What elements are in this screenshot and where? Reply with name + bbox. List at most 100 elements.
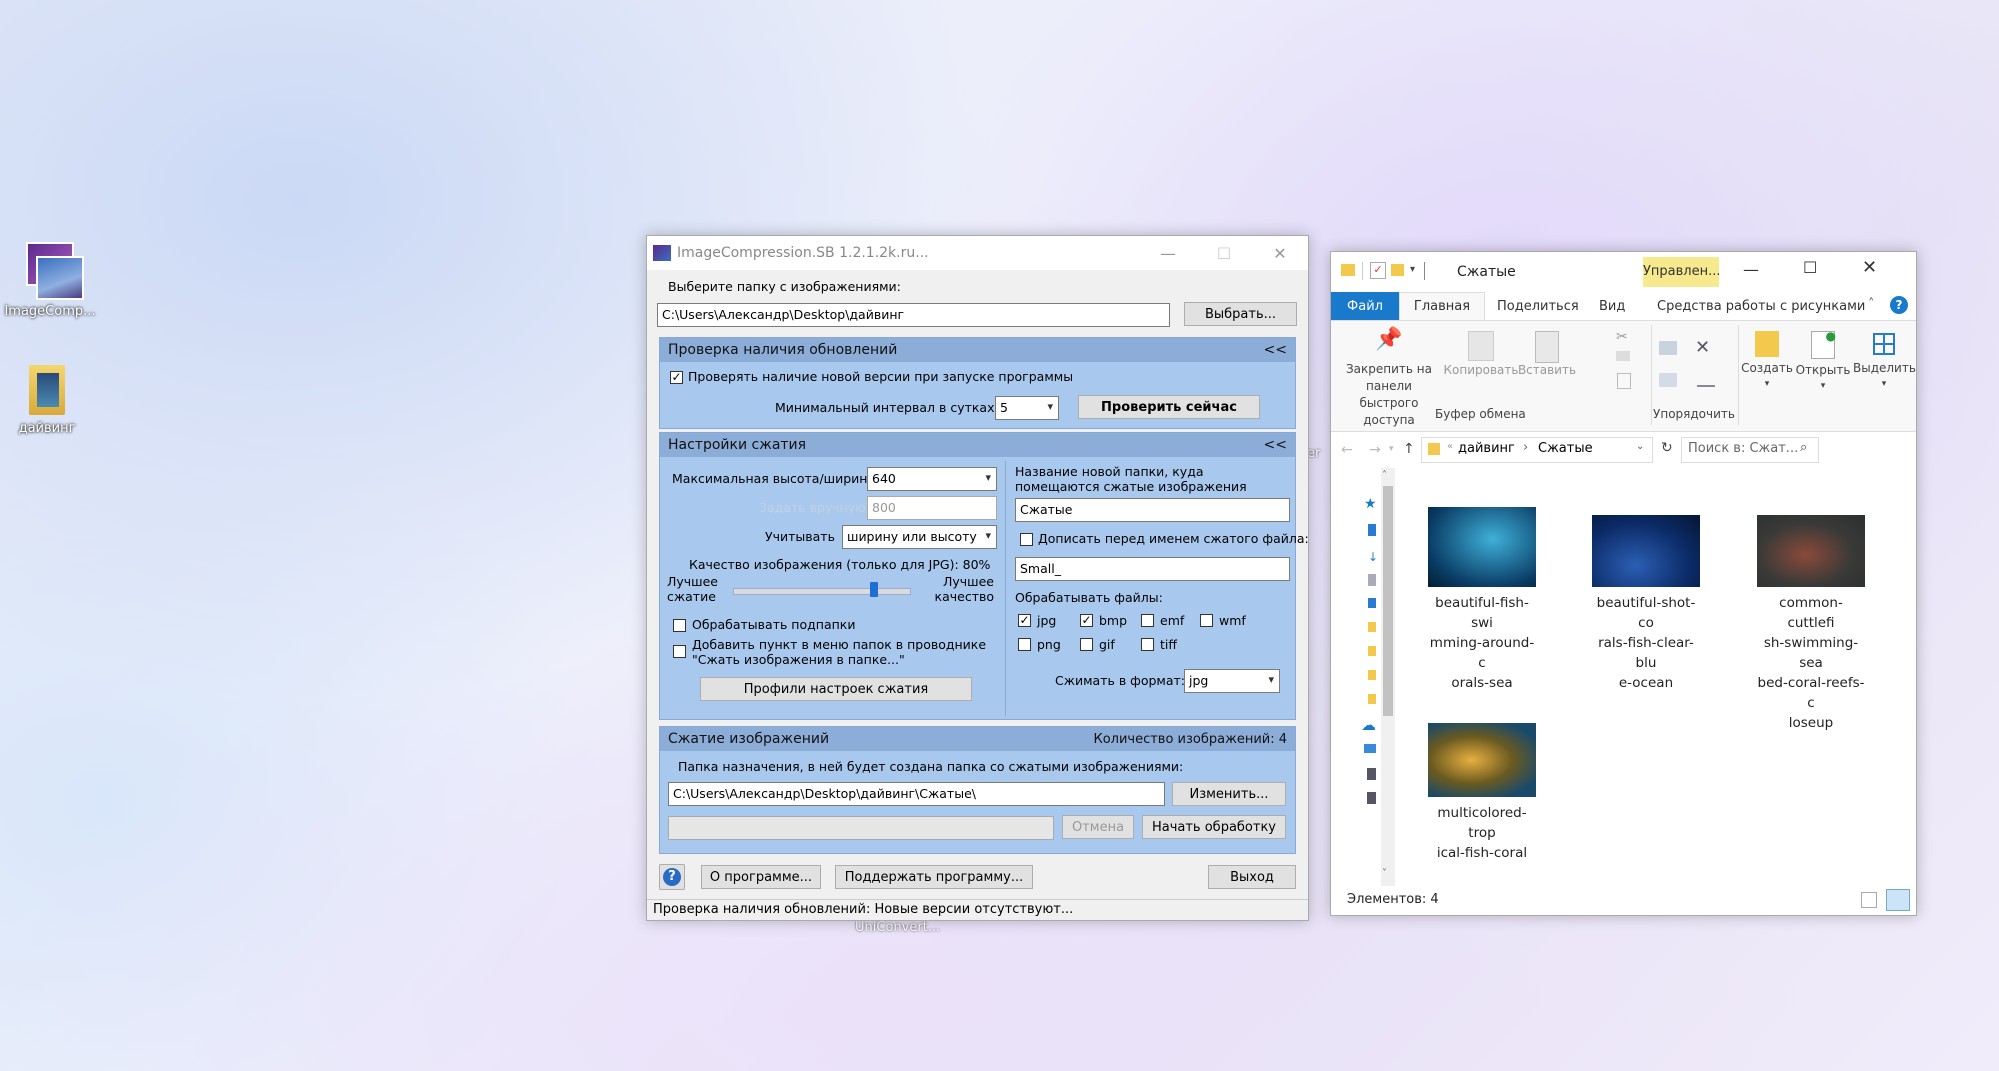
gif-checkbox[interactable]: [1080, 638, 1093, 651]
file-item[interactable]: common-cuttlefi sh-swimming-sea bed-cora…: [1756, 507, 1866, 733]
help-icon[interactable]: ?: [1890, 296, 1908, 314]
desktop-icon-diving-folder[interactable]: дайвинг: [0, 365, 97, 436]
manage-tab[interactable]: Управлен...: [1643, 257, 1721, 287]
manual-size-input[interactable]: 800: [867, 496, 997, 520]
context-menu-checkbox[interactable]: [673, 645, 686, 658]
tiff-checkbox[interactable]: [1141, 638, 1154, 651]
up-icon[interactable]: ↑: [1403, 441, 1415, 457]
close-button[interactable]: ✕: [1862, 257, 1877, 278]
emf-checkbox[interactable]: [1141, 614, 1154, 627]
wmf-checkbox[interactable]: [1200, 614, 1213, 627]
breadcrumb-item[interactable]: дайвинг: [1458, 441, 1515, 456]
prefix-input[interactable]: Small_: [1015, 557, 1290, 581]
chevron-down-icon[interactable]: ⌄: [1636, 441, 1644, 452]
pin-quick-access-button[interactable]: 📌 Закрепить на панели быстрого доступа: [1337, 329, 1441, 429]
quality-slider-thumb[interactable]: [869, 582, 878, 597]
tab-share[interactable]: Поделиться: [1497, 292, 1579, 320]
destination-input[interactable]: C:\Users\Александр\Desktop\дайвинг\Сжаты…: [668, 782, 1165, 806]
start-button[interactable]: Начать обработку: [1142, 815, 1286, 839]
browse-button[interactable]: Выбрать...: [1184, 302, 1297, 326]
check-updates-checkbox[interactable]: ✓: [670, 371, 683, 384]
rename-icon[interactable]: [1697, 373, 1715, 387]
drive-icon[interactable]: [1367, 768, 1376, 780]
navigation-pane[interactable]: ★ ↓ ☁ ˄ ˅: [1331, 468, 1395, 886]
folder-nav-icon[interactable]: [1368, 694, 1376, 704]
help-button[interactable]: ?: [659, 864, 685, 890]
large-icons-view-icon[interactable]: [1886, 889, 1910, 911]
consider-select[interactable]: ширину или высоту ▾: [842, 525, 997, 549]
maximize-button[interactable]: ☐: [1196, 236, 1252, 270]
check-now-button[interactable]: Проверить сейчас: [1078, 395, 1260, 419]
minimize-button[interactable]: —: [1140, 236, 1196, 270]
properties-icon[interactable]: ✓: [1370, 262, 1386, 279]
qat-dropdown-icon[interactable]: ▾: [1410, 264, 1415, 275]
bmp-checkbox[interactable]: ✓: [1080, 614, 1093, 627]
move-to-icon[interactable]: [1659, 341, 1677, 355]
file-item[interactable]: beautiful-fish-swi mming-around-c orals-…: [1427, 507, 1537, 693]
folder-nav-icon[interactable]: [1368, 670, 1376, 680]
change-button[interactable]: Изменить...: [1172, 782, 1286, 806]
quality-slider-track[interactable]: [733, 588, 911, 595]
refresh-icon[interactable]: ↻: [1661, 440, 1673, 456]
back-icon[interactable]: ←: [1341, 442, 1353, 458]
close-button[interactable]: ✕: [1252, 236, 1308, 270]
scrollbar-thumb[interactable]: [1383, 486, 1393, 716]
subfolders-checkbox[interactable]: [673, 619, 686, 632]
nav-scrollbar[interactable]: ˄ ˅: [1381, 468, 1395, 886]
jpg-checkbox[interactable]: ✓: [1018, 614, 1031, 627]
copy-to-icon[interactable]: [1659, 373, 1677, 387]
paste-shortcut-icon[interactable]: [1617, 373, 1631, 389]
interval-select[interactable]: 5 ▾: [995, 396, 1059, 420]
delete-icon[interactable]: ✕: [1695, 337, 1710, 358]
file-item[interactable]: beautiful-shot-co rals-fish-clear-blu e-…: [1591, 507, 1701, 693]
format-select[interactable]: jpg ▾: [1184, 669, 1280, 693]
tab-view[interactable]: Вид: [1599, 292, 1625, 320]
recent-dropdown-icon[interactable]: ▾: [1389, 444, 1394, 454]
png-checkbox[interactable]: [1018, 638, 1031, 651]
paste-button[interactable]: Вставить: [1516, 331, 1578, 377]
documents-nav-icon[interactable]: [1368, 574, 1376, 586]
folder-nav-icon[interactable]: [1368, 646, 1376, 656]
scroll-down-icon[interactable]: ˅: [1382, 868, 1387, 879]
updates-collapse-button[interactable]: <<: [1264, 342, 1287, 358]
about-button[interactable]: О программе...: [701, 865, 821, 889]
prefix-checkbox[interactable]: [1020, 533, 1033, 546]
desktop-icon-imagecompression[interactable]: ImageComp...: [0, 242, 100, 319]
tab-file[interactable]: Файл: [1331, 292, 1399, 320]
collapse-ribbon-icon[interactable]: ˄: [1868, 297, 1875, 312]
scroll-up-icon[interactable]: ˄: [1382, 470, 1387, 481]
cancel-button[interactable]: Отмена: [1062, 815, 1134, 839]
pictures-nav-icon[interactable]: [1368, 598, 1376, 608]
minimize-button[interactable]: —: [1743, 260, 1759, 279]
tab-picture-tools[interactable]: Средства работы с рисунками: [1657, 292, 1865, 320]
onedrive-icon[interactable]: ☁: [1361, 716, 1376, 734]
copy-button[interactable]: Копировать: [1443, 331, 1519, 377]
breadcrumb-item[interactable]: Сжатые: [1538, 441, 1593, 456]
details-view-icon[interactable]: [1861, 892, 1877, 908]
open-button[interactable]: ● Открыть ▾: [1793, 329, 1853, 391]
cut-icon[interactable]: ✂: [1616, 329, 1628, 345]
desktop-nav-icon[interactable]: [1368, 524, 1376, 536]
maximize-button[interactable]: ☐: [1803, 258, 1817, 277]
settings-collapse-button[interactable]: <<: [1264, 437, 1287, 453]
this-pc-icon[interactable]: [1364, 744, 1376, 753]
new-folder-input[interactable]: Сжатые: [1015, 498, 1290, 522]
tab-home[interactable]: Главная: [1399, 292, 1485, 320]
create-button[interactable]: Создать ▾: [1739, 331, 1795, 389]
exit-button[interactable]: Выход: [1208, 865, 1296, 889]
max-size-select[interactable]: 640 ▾: [867, 467, 997, 491]
copy-path-icon[interactable]: [1616, 351, 1630, 361]
support-button[interactable]: Поддержать программу...: [835, 865, 1033, 889]
folder-nav-icon[interactable]: [1368, 622, 1376, 632]
search-input[interactable]: Поиск в: Сжат... ⌕: [1681, 437, 1819, 463]
drive-icon[interactable]: [1367, 792, 1376, 804]
folder-path-input[interactable]: C:\Users\Александр\Desktop\дайвинг: [657, 303, 1170, 327]
profiles-button[interactable]: Профили настроек сжатия: [700, 677, 972, 701]
quick-access-icon[interactable]: ★: [1364, 496, 1377, 512]
file-item[interactable]: multicolored-trop ical-fish-coral: [1427, 723, 1537, 863]
select-button[interactable]: Выделить ▾: [1853, 331, 1916, 389]
forward-icon[interactable]: →: [1369, 442, 1381, 458]
new-folder-icon[interactable]: [1391, 264, 1404, 276]
downloads-nav-icon[interactable]: ↓: [1368, 550, 1378, 564]
address-bar[interactable]: « дайвинг › Сжатые ⌄: [1421, 437, 1653, 463]
